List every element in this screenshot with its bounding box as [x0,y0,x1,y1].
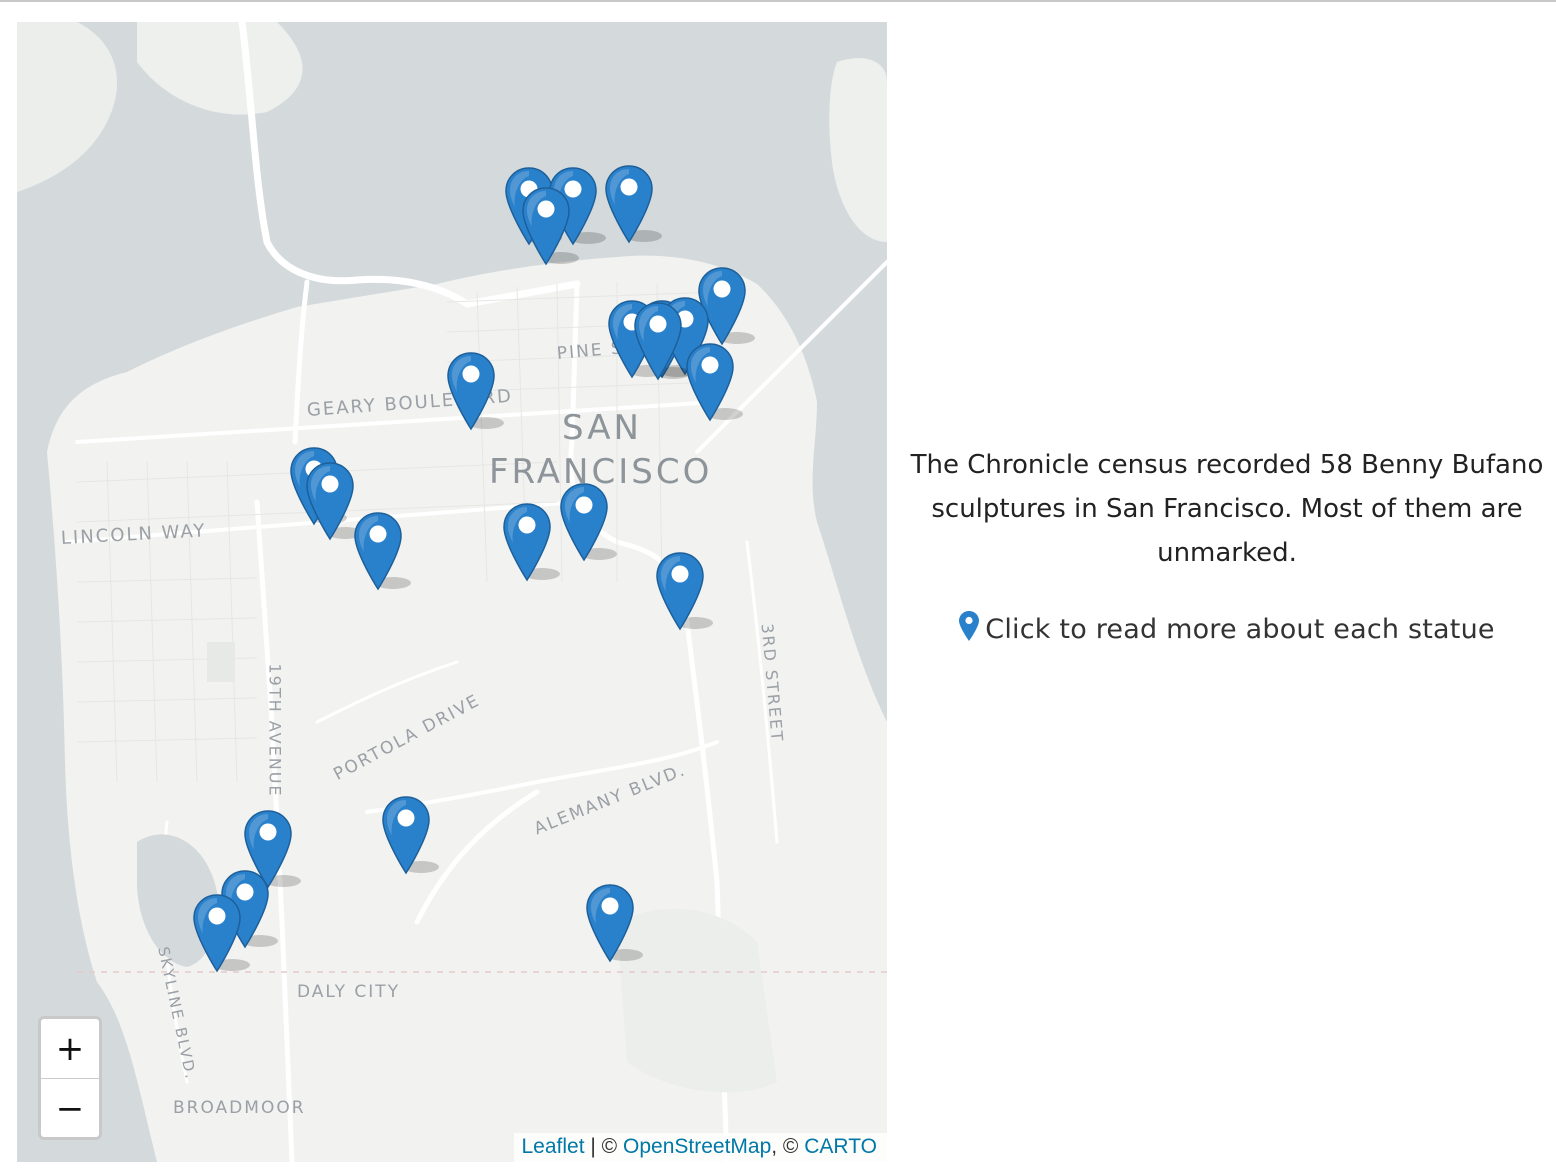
statue-marker[interactable] [604,164,662,246]
leaflet-link[interactable]: Leaflet [522,1135,585,1158]
statue-marker[interactable] [446,351,504,433]
statue-marker[interactable] [305,461,363,543]
map-pin-icon [959,611,980,648]
top-divider [0,0,1556,2]
statue-marker[interactable] [192,893,250,975]
map-label-san: SAN [562,408,642,448]
attribution-separator-2: , © [771,1135,805,1158]
map-label-daly-city: DALY CITY [297,982,401,1002]
map-label-broadmoor: BROADMOOR [173,1098,306,1118]
zoom-control: + − [38,1016,102,1140]
click-hint: Click to read more about each statue [905,611,1549,648]
statue-marker[interactable] [559,482,617,564]
map[interactable]: SAN FRANCISCO PINE ST GEARY BOULEVARD LI… [17,22,887,1162]
map-label-19th-ave: 19TH AVENUE [265,663,285,798]
zoom-out-button[interactable]: − [41,1079,99,1137]
carto-link[interactable]: CARTO [804,1135,877,1158]
statue-marker[interactable] [585,883,643,965]
statue-marker[interactable] [633,301,691,383]
statue-marker[interactable] [381,795,439,877]
openstreetmap-link[interactable]: OpenStreetMap [623,1135,771,1158]
info-panel: The Chronicle census recorded 58 Benny B… [905,443,1549,648]
census-text: The Chronicle census recorded 58 Benny B… [910,450,1544,568]
basemap [17,22,887,1162]
statue-marker[interactable] [521,186,579,268]
statue-marker[interactable] [353,511,411,593]
zoom-in-button[interactable]: + [41,1019,99,1079]
statue-marker[interactable] [685,342,743,424]
click-hint-text: Click to read more about each statue [985,614,1495,645]
statue-marker[interactable] [655,551,713,633]
attribution-separator-1: | © [584,1135,623,1158]
statue-marker[interactable] [502,502,560,584]
map-attribution: Leaflet | © OpenStreetMap, © CARTO [513,1133,887,1162]
